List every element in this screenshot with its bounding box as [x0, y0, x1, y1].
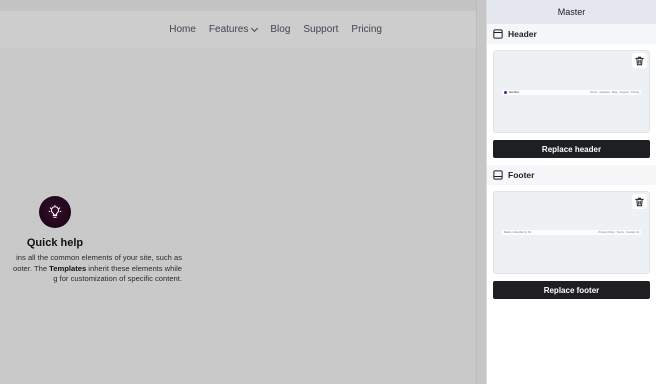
- nav-item-pricing[interactable]: Pricing: [351, 24, 382, 35]
- replace-footer-button[interactable]: Replace footer: [493, 281, 650, 299]
- nav-item-features[interactable]: Features: [208, 24, 259, 35]
- nav-label: Home: [169, 24, 196, 35]
- quick-help-text: ins all the common elements of your site…: [0, 253, 182, 285]
- nav-label: Features: [208, 24, 249, 35]
- trash-icon[interactable]: [632, 194, 647, 209]
- mini-brand: Identifier: [504, 91, 519, 94]
- nav-item-support[interactable]: Support: [303, 24, 338, 35]
- quick-help-line: ooter. The Templates inherit these eleme…: [0, 264, 182, 275]
- replace-header-button[interactable]: Replace header: [493, 140, 650, 158]
- mini-logo-icon: [504, 91, 507, 94]
- mini-footer-right-text: Privacy Policy · Terms · Contact Us: [598, 231, 639, 234]
- chevron-down-icon: [251, 24, 259, 32]
- trash-icon[interactable]: [632, 53, 647, 68]
- header-section-label: Header: [508, 29, 537, 39]
- layout-footer-icon: [493, 170, 503, 180]
- header-preview[interactable]: Identifier Home · Features · Blog · Supp…: [493, 50, 650, 133]
- header-preview-strip: Identifier Home · Features · Blog · Supp…: [502, 90, 641, 95]
- templates-emphasis: Templates: [49, 263, 87, 273]
- nav-item-home[interactable]: Home: [169, 24, 196, 35]
- master-panel: Master Header Identifier Home · Features…: [486, 0, 656, 384]
- footer-section-label: Footer: [508, 170, 535, 180]
- lightbulb-icon: [39, 196, 71, 228]
- nav-label: Pricing: [351, 24, 382, 35]
- quick-help-line: g for customization of specific content.: [53, 274, 182, 284]
- mini-footer-left-text: Made in Identifier by Kit: [504, 231, 532, 234]
- header-section-head: Header: [487, 24, 656, 44]
- mini-logo-text: Identifier: [509, 91, 519, 94]
- canvas-top-strip: [0, 0, 476, 11]
- mini-nav-text: Home · Features · Blog · Support · Prici…: [590, 91, 639, 94]
- canvas-area: Home Features Blog Support Pricing Quick…: [0, 0, 476, 384]
- quick-help-title: Quick help: [26, 237, 84, 249]
- footer-preview[interactable]: Made in Identifier by Kit Privacy Policy…: [493, 191, 650, 274]
- nav-label: Support: [303, 24, 339, 35]
- footer-section-head: Footer: [487, 165, 656, 185]
- layout-header-icon: [493, 29, 503, 39]
- nav-label: Blog: [270, 24, 291, 35]
- quick-help-fragment: inherit these elements while: [86, 263, 182, 273]
- site-nav: Home Features Blog Support Pricing: [169, 11, 382, 48]
- footer-preview-strip: Made in Identifier by Kit Privacy Policy…: [502, 230, 641, 235]
- quick-help-line: ins all the common elements of your site…: [16, 253, 182, 262]
- site-header: Home Features Blog Support Pricing: [0, 11, 476, 48]
- canvas-edge-gutter: [476, 0, 486, 384]
- panel-title: Master: [487, 0, 656, 24]
- quick-help-fragment: ooter. The: [13, 263, 50, 273]
- nav-item-blog[interactable]: Blog: [270, 24, 290, 35]
